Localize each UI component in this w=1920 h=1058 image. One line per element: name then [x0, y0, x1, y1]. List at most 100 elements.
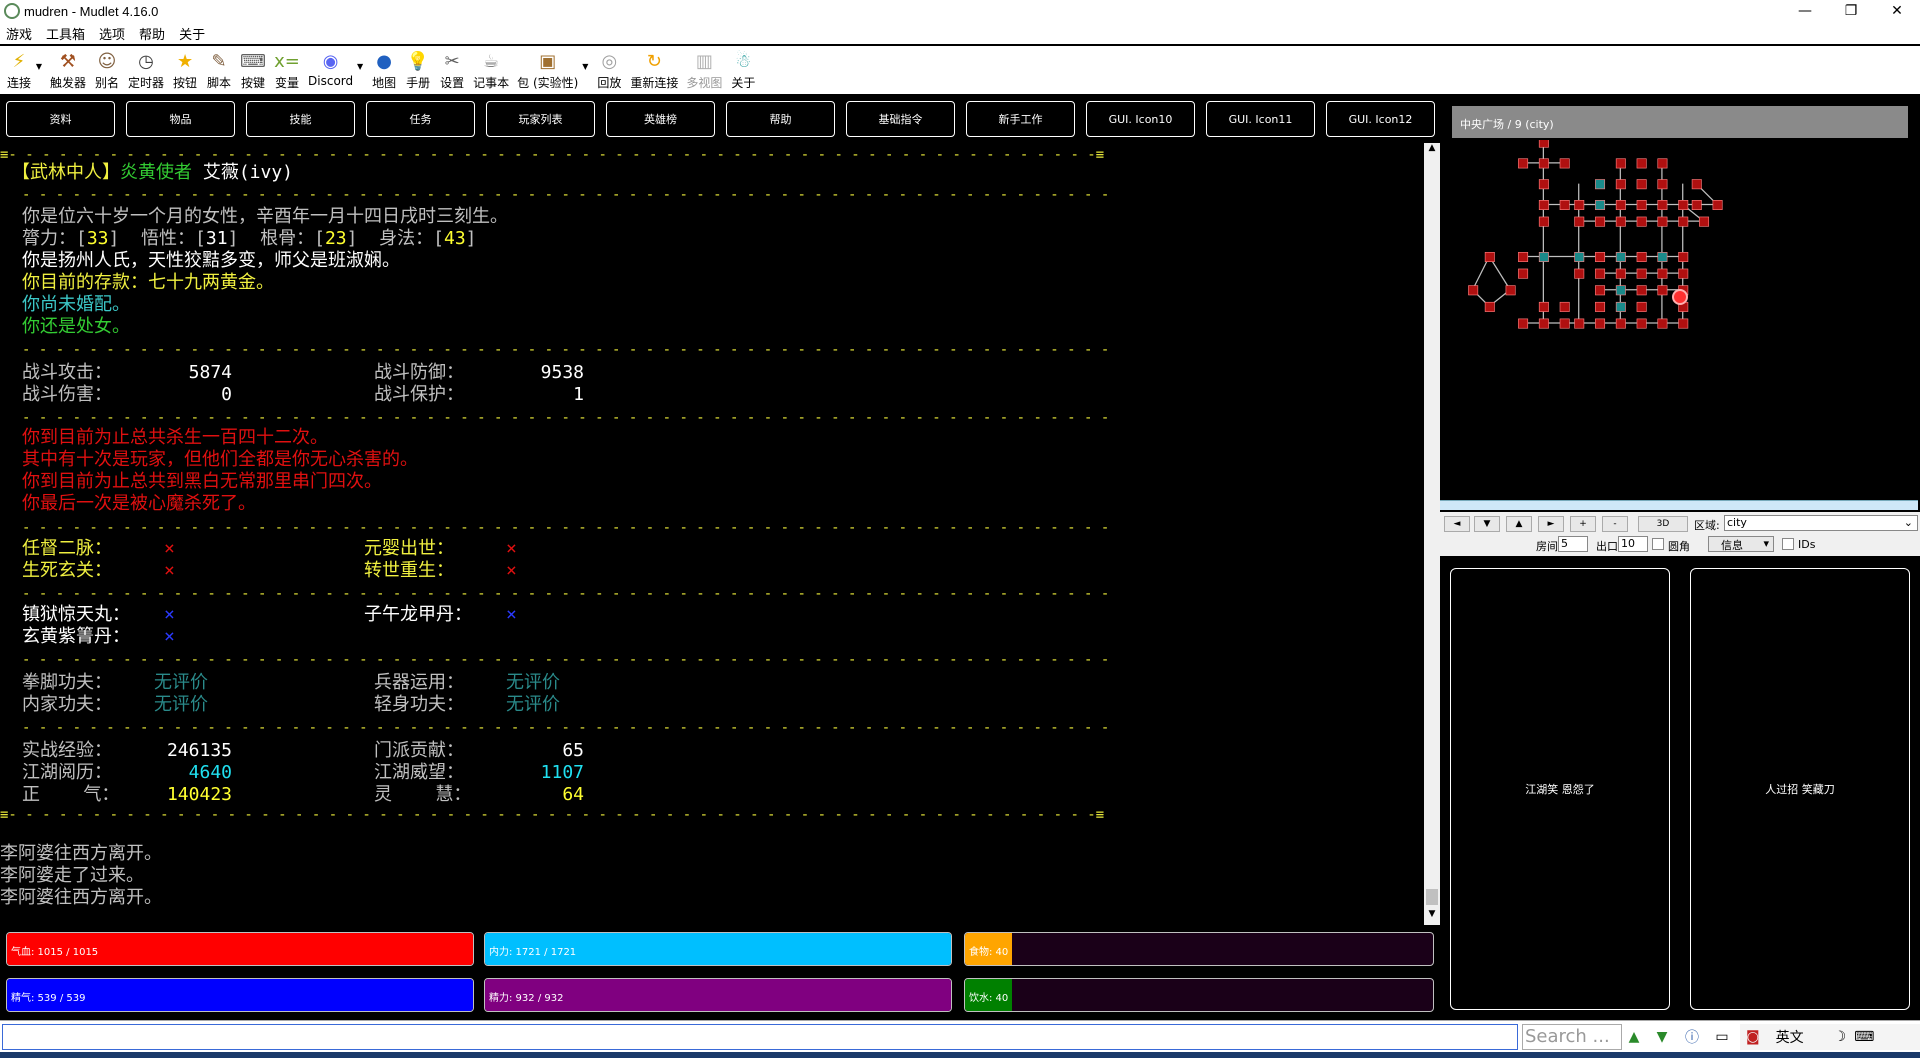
map-room[interactable] [1615, 301, 1626, 312]
menu-help[interactable]: 帮助 [139, 24, 165, 43]
gui-button-2[interactable]: 技能 [246, 101, 355, 137]
map-room[interactable] [1538, 216, 1549, 227]
menu-toolbox[interactable]: 工具箱 [46, 24, 85, 43]
chevron-down-icon[interactable]: ▼ [357, 62, 363, 71]
map-room[interactable] [1636, 301, 1647, 312]
exits-spinbox[interactable]: 10 [1618, 536, 1648, 552]
gui-button-7[interactable]: 基础指令 [846, 101, 955, 137]
map-room[interactable] [1636, 268, 1647, 279]
map-room[interactable] [1468, 285, 1479, 296]
map-room[interactable] [1538, 252, 1549, 262]
menu-game[interactable]: 游戏 [6, 24, 32, 43]
close-button[interactable]: ✕ [1874, 0, 1920, 22]
map-room[interactable] [1636, 252, 1647, 262]
info-select[interactable]: 信息 ▾ [1708, 536, 1774, 552]
chevron-down-icon[interactable]: ▼ [36, 62, 42, 71]
map-room[interactable] [1615, 285, 1626, 296]
maximize-button[interactable]: ❐ [1828, 0, 1874, 22]
toolbar-button-13[interactable]: ▣ 包 (实验性) ▼ [517, 46, 588, 94]
map-room[interactable] [1538, 179, 1549, 190]
scroll-up-icon[interactable]: ▲ [1424, 143, 1440, 159]
map-room[interactable] [1678, 268, 1689, 279]
menu-about[interactable]: 关于 [179, 24, 205, 43]
map-room[interactable] [1505, 285, 1516, 296]
map-room[interactable] [1595, 285, 1606, 296]
map-room[interactable] [1559, 158, 1570, 169]
map-room[interactable] [1657, 200, 1668, 210]
gui-button-1[interactable]: 物品 [126, 101, 235, 137]
map-room[interactable] [1538, 200, 1549, 210]
map-room[interactable] [1678, 216, 1689, 227]
gui-button-9[interactable]: GUI. Icon10 [1086, 101, 1195, 137]
toolbar-button-0[interactable]: ⚡ 连接 ▼ [6, 46, 42, 94]
gui-button-4[interactable]: 玩家列表 [486, 101, 595, 137]
map-room[interactable] [1538, 318, 1549, 329]
map-right-button[interactable]: ► [1538, 516, 1564, 532]
map-room[interactable] [1615, 268, 1626, 279]
map-zoom-out-button[interactable]: - [1602, 516, 1628, 532]
map-room[interactable] [1559, 318, 1570, 329]
map-room[interactable] [1657, 252, 1668, 262]
map-room[interactable] [1615, 318, 1626, 329]
map-room[interactable] [1538, 158, 1549, 169]
map-room[interactable] [1518, 318, 1529, 329]
map-room[interactable] [1657, 268, 1668, 279]
ids-checkbox[interactable] [1782, 538, 1794, 550]
map-room[interactable] [1559, 301, 1570, 312]
map-room[interactable] [1538, 140, 1549, 148]
gui-button-0[interactable]: 资料 [6, 101, 115, 137]
map-room[interactable] [1559, 200, 1570, 210]
map-room[interactable] [1636, 179, 1647, 190]
map-room[interactable] [1691, 179, 1702, 190]
map-room[interactable] [1636, 158, 1647, 169]
map-room[interactable] [1678, 318, 1689, 329]
scroll-thumb[interactable] [1426, 889, 1438, 905]
map-room[interactable] [1574, 216, 1585, 227]
map-room[interactable] [1636, 318, 1647, 329]
toolbar-button-4[interactable]: ★ 按钮 [172, 46, 198, 94]
mapper-view[interactable] [1440, 140, 1920, 502]
toolbar-button-7[interactable]: x= 变量 [274, 46, 300, 94]
map-room[interactable] [1657, 285, 1668, 296]
map-3d-button[interactable]: 3D [1638, 516, 1688, 532]
gui-button-3[interactable]: 任务 [366, 101, 475, 137]
toolbar-button-3[interactable]: ◷ 定时器 [128, 46, 164, 94]
map-room[interactable] [1615, 200, 1626, 210]
map-room[interactable] [1518, 158, 1529, 169]
map-room[interactable] [1712, 200, 1723, 210]
map-room[interactable] [1678, 252, 1689, 262]
map-room[interactable] [1636, 285, 1647, 296]
map-room[interactable] [1574, 200, 1585, 210]
ime-indicator[interactable]: ◙ 英文 ☽ ⌨ [1740, 1024, 1920, 1050]
map-left-button[interactable]: ◄ [1444, 516, 1470, 532]
gui-button-10[interactable]: GUI. Icon11 [1206, 101, 1315, 137]
map-room[interactable] [1518, 252, 1529, 262]
minimize-button[interactable]: — [1782, 0, 1828, 22]
info-icon[interactable]: ⓘ [1680, 1026, 1704, 1048]
map-room[interactable] [1657, 216, 1668, 227]
map-room[interactable] [1484, 252, 1495, 262]
map-room[interactable] [1538, 301, 1549, 312]
toolbar-button-1[interactable]: ⚒ 触发器 [50, 46, 86, 94]
toolbar-button-14[interactable]: ◎ 回放 [596, 46, 622, 94]
toolbar-button-17[interactable]: ☃ 关于 [730, 46, 756, 94]
map-room[interactable] [1691, 200, 1702, 210]
map-room[interactable] [1678, 200, 1689, 210]
map-room[interactable] [1595, 216, 1606, 227]
toolbar-button-12[interactable]: ☕ 记事本 [473, 46, 509, 94]
scroll-down-icon[interactable]: ▼ [1650, 1026, 1674, 1048]
round-checkbox[interactable] [1652, 538, 1664, 550]
map-room[interactable] [1518, 268, 1529, 279]
map-room[interactable] [1595, 252, 1606, 262]
map-zoom-in-button[interactable]: + [1570, 516, 1596, 532]
gui-button-8[interactable]: 新手工作 [966, 101, 1075, 137]
map-splitter[interactable] [1440, 500, 1918, 510]
chevron-down-icon[interactable]: ▼ [582, 62, 588, 71]
map-room[interactable] [1699, 216, 1710, 227]
map-room[interactable] [1595, 179, 1606, 190]
map-room[interactable] [1595, 318, 1606, 329]
area-select[interactable]: city ⌄ [1724, 515, 1918, 531]
map-room[interactable] [1657, 158, 1668, 169]
search-input[interactable]: Search ... [1522, 1024, 1622, 1050]
map-down-button[interactable]: ▼ [1474, 516, 1500, 532]
